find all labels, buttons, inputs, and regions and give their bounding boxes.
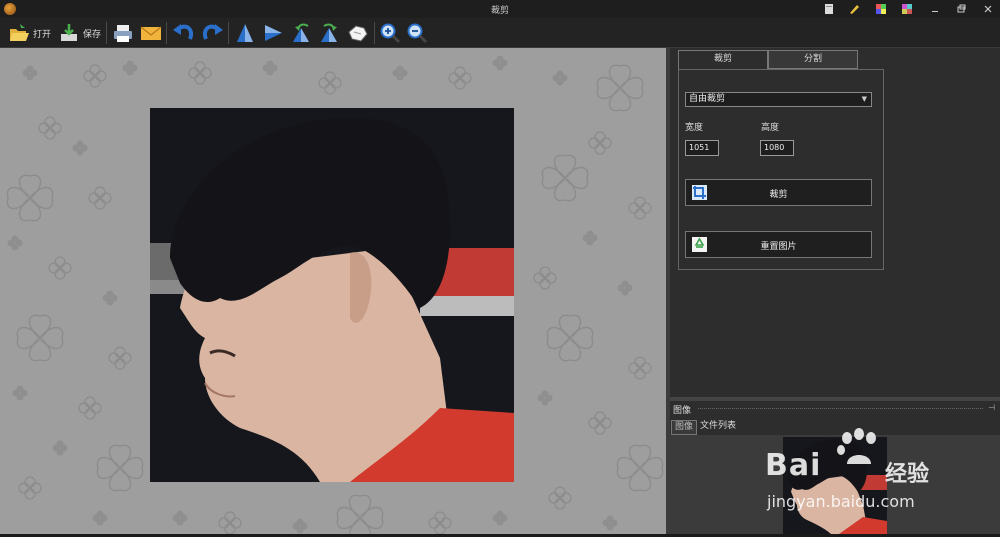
print-icon (114, 25, 132, 42)
print-button[interactable] (112, 20, 134, 46)
rotate-right-button[interactable] (318, 20, 342, 46)
undo-button[interactable] (172, 20, 196, 46)
flip-vertical-icon (237, 24, 253, 42)
tab-file-list-label: 文件列表 (700, 421, 737, 431)
zoom-in-button[interactable] (379, 20, 401, 46)
folder-open-icon (10, 24, 29, 41)
undo-icon (173, 24, 193, 40)
zoom-out-icon (407, 23, 428, 44)
pin-icon[interactable]: ⊣ (988, 403, 995, 412)
flip-vertical-button[interactable] (234, 20, 256, 46)
open-label: 打开 (33, 29, 52, 40)
toolbar: 打开 保存 (0, 18, 1000, 48)
photo-image[interactable] (150, 108, 514, 482)
redo-button[interactable] (200, 20, 224, 46)
rotate-left-button[interactable] (290, 20, 314, 46)
minimize-icon[interactable] (929, 3, 941, 15)
redo-icon (203, 24, 223, 40)
width-label: 宽度 (685, 123, 704, 133)
tab-crop[interactable]: 裁剪 (678, 50, 768, 69)
close-icon[interactable] (982, 3, 994, 15)
crop-button[interactable]: 裁剪 (685, 179, 872, 206)
height-input[interactable]: 1080 (760, 140, 794, 156)
panel-header-line (698, 408, 983, 410)
tab-image-label: 图像 (675, 422, 694, 432)
portrait-photo (150, 108, 514, 482)
mail-icon (140, 26, 162, 40)
crop-settings-group: 自由裁剪 ▼ 宽度 高度 1051 1080 裁剪 重置图片 (678, 69, 884, 270)
zoom-out-button[interactable] (406, 20, 428, 46)
title-bar: 裁剪 (0, 0, 1000, 18)
pages-icon[interactable] (823, 3, 835, 15)
toolbar-divider (374, 22, 375, 44)
flip-horizontal-icon (265, 25, 282, 41)
hand-icon (348, 25, 368, 42)
open-button[interactable]: 打开 (8, 20, 51, 46)
mail-button[interactable] (140, 20, 162, 46)
image-canvas[interactable] (0, 48, 666, 534)
crop-panel: 裁剪 分割 自由裁剪 ▼ 宽度 高度 1051 1080 裁剪 重置图片 (670, 48, 1000, 398)
image-panel-header: 图像 (673, 406, 692, 416)
tab-crop-label: 裁剪 (713, 54, 732, 64)
paw-logo-icon (837, 428, 876, 464)
watermark-brand-suffix: 经验 (885, 462, 930, 487)
width-input[interactable]: 1051 (685, 140, 719, 156)
save-icon (61, 24, 77, 41)
tab-split-label: 分割 (803, 54, 822, 64)
toolbar-divider (166, 22, 167, 44)
rotate-left-icon (293, 23, 309, 42)
tab-split[interactable]: 分割 (768, 50, 858, 69)
save-button[interactable]: 保存 (58, 20, 101, 46)
reset-image-button[interactable]: 重置图片 (685, 231, 872, 258)
grid-icon[interactable] (901, 3, 913, 15)
crop-button-label: 裁剪 (769, 190, 788, 200)
toolbar-divider (228, 22, 229, 44)
crop-mode-select[interactable]: 自由裁剪 ▼ (685, 92, 872, 107)
watermark-brand: Bai (765, 448, 822, 483)
zoom-in-icon (380, 23, 401, 44)
crop-mode-value: 自由裁剪 (689, 94, 726, 104)
watermark-url: jingyan.baidu.com (767, 492, 915, 511)
flip-horizontal-button[interactable] (262, 20, 284, 46)
reset-image-label: 重置图片 (760, 242, 797, 252)
rotate-right-icon (321, 23, 337, 42)
chevron-down-icon: ▼ (861, 95, 867, 103)
save-label: 保存 (83, 29, 102, 40)
toolbar-divider (106, 22, 107, 44)
palette-icon[interactable] (875, 3, 887, 15)
hand-button[interactable] (346, 20, 370, 46)
restore-icon[interactable] (955, 3, 967, 15)
tab-image[interactable]: 图像 (671, 420, 698, 435)
height-label: 高度 (761, 123, 780, 133)
baidu-watermark: Bai 经验 jingyan.baidu.com (765, 428, 995, 518)
tab-file-list[interactable]: 文件列表 (697, 420, 739, 435)
pen-icon[interactable] (848, 3, 860, 15)
